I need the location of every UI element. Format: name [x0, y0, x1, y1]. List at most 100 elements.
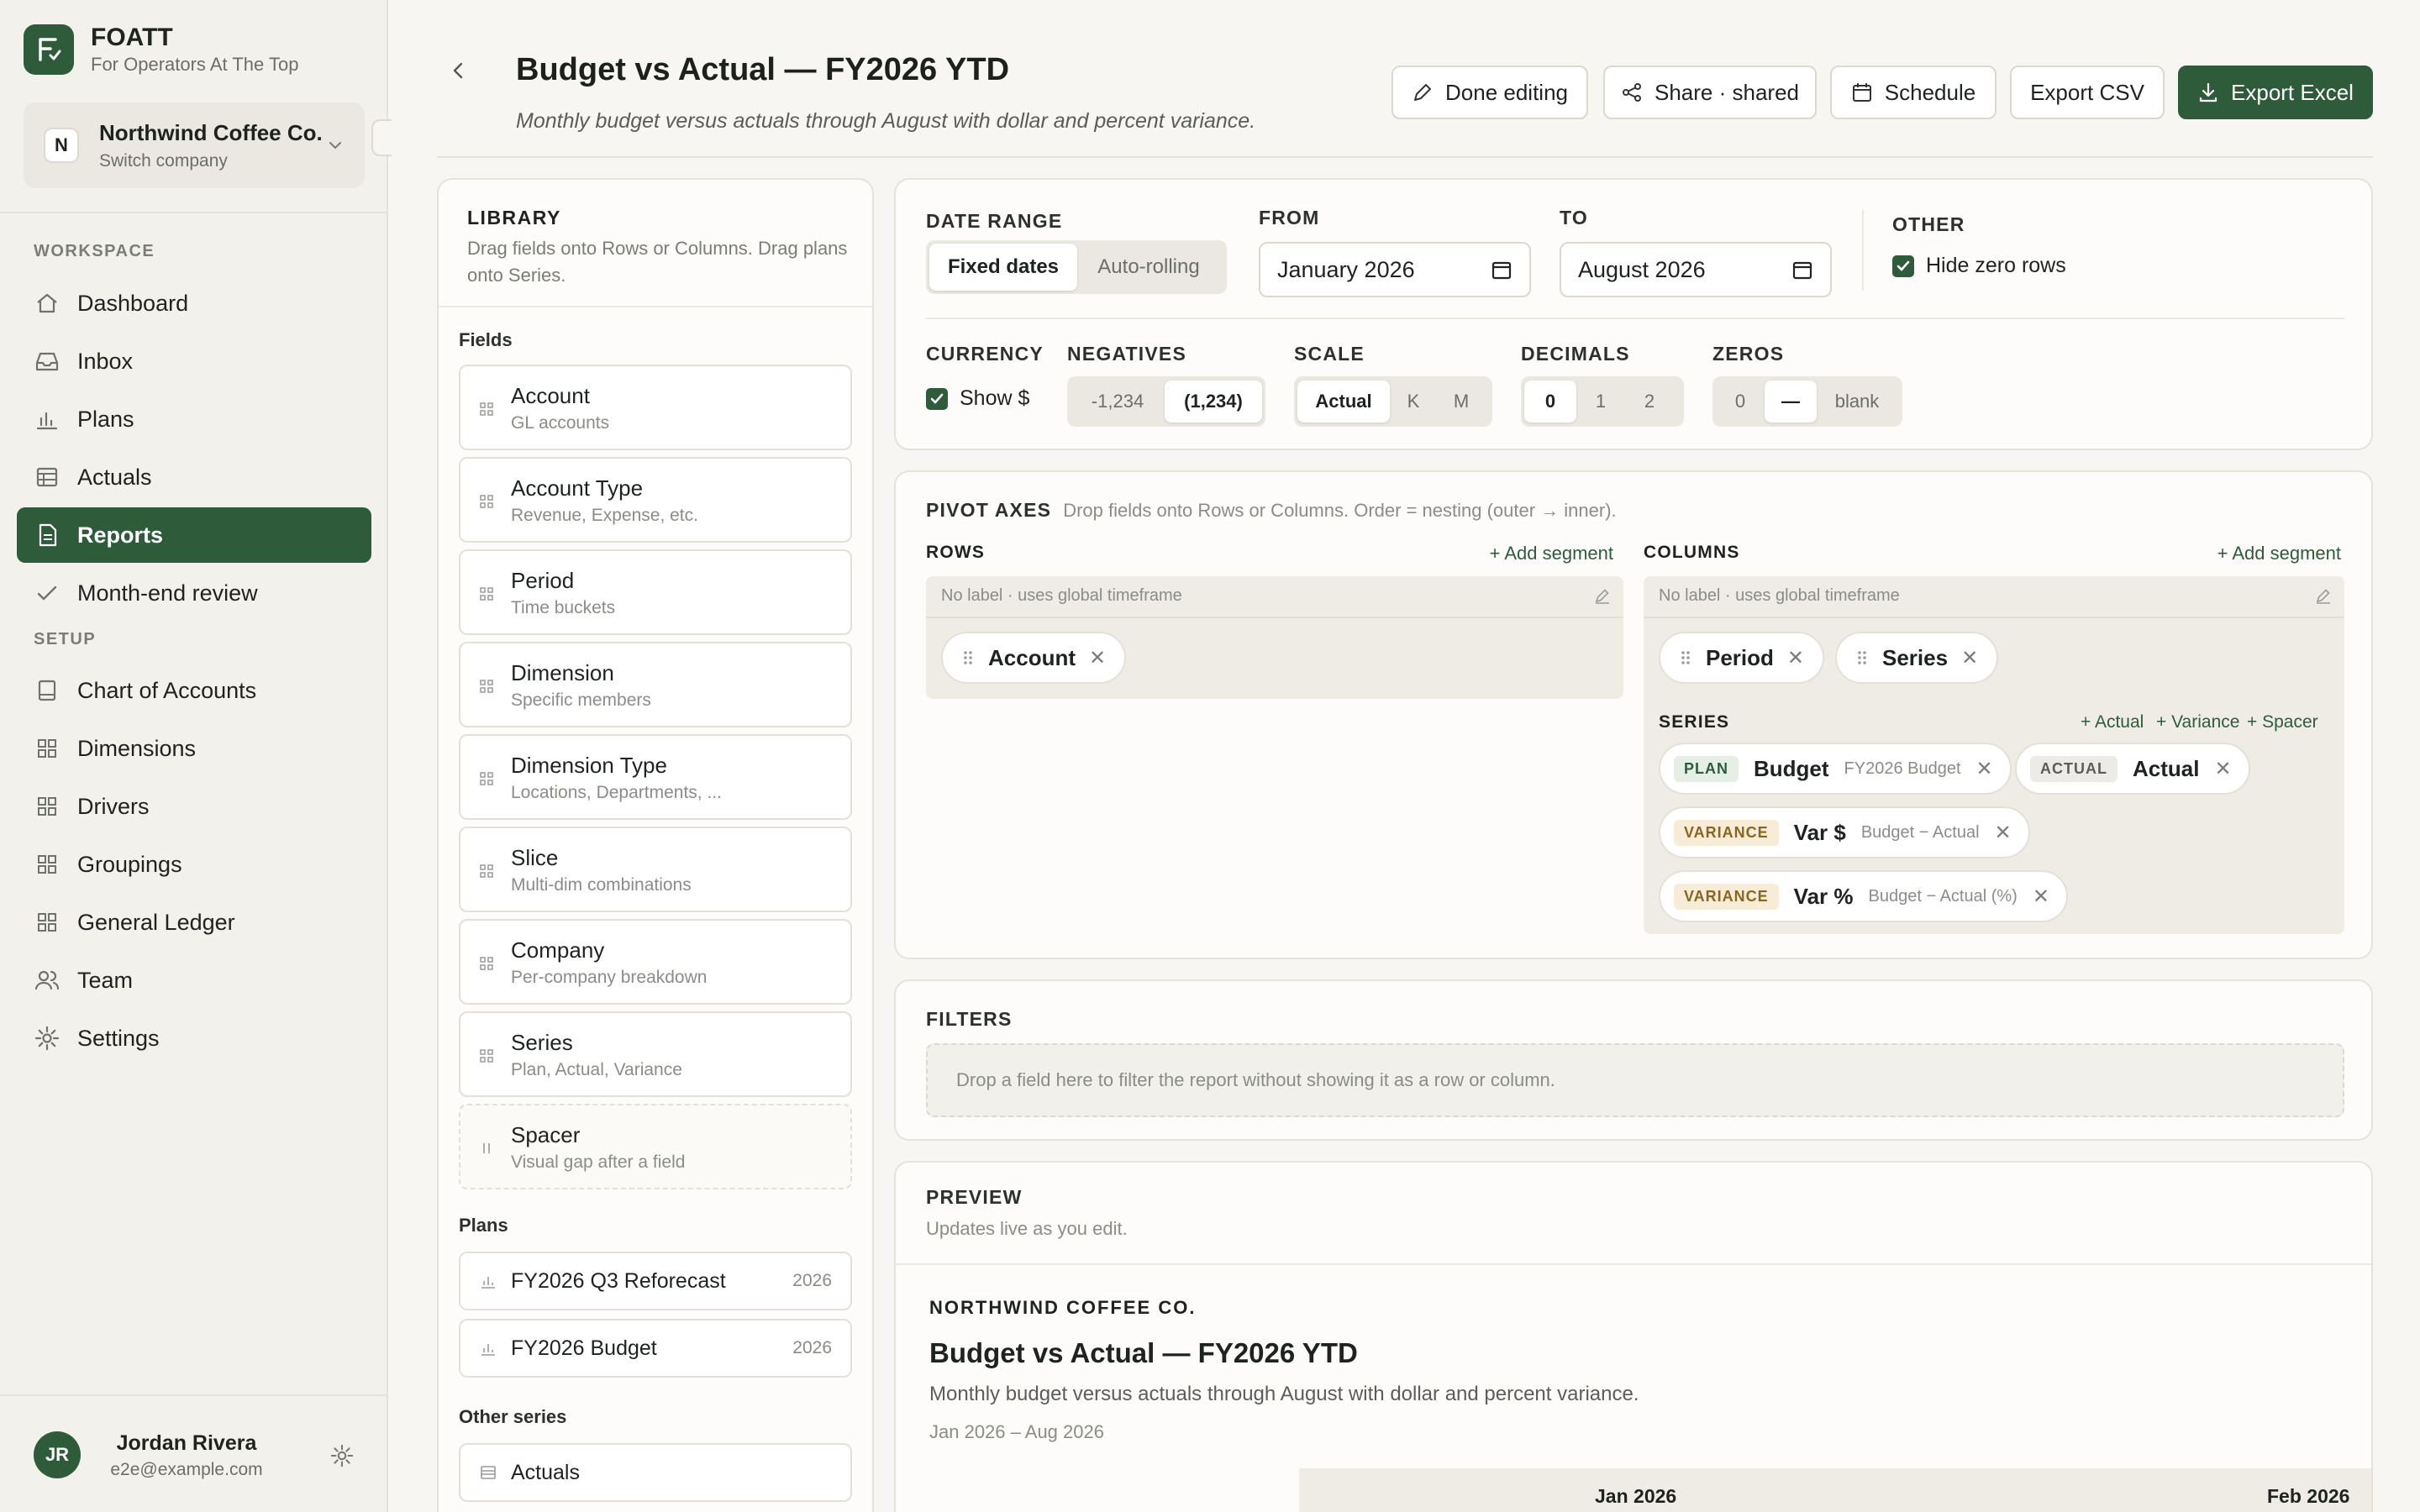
to-date-input[interactable]: August 2026 [1560, 242, 1832, 297]
remove-icon[interactable]: ✕ [1089, 646, 1106, 670]
decimals-2[interactable]: 2 [1625, 381, 1674, 423]
sidebar-item-label: Groupings [77, 851, 182, 877]
columns-drop-zone[interactable]: No label · uses global timeframe Period … [1644, 576, 2344, 934]
decimals-1[interactable]: 1 [1576, 381, 1625, 423]
preview-title: PREVIEW [926, 1186, 1023, 1208]
field-name: Dimension Type [511, 753, 667, 778]
scale-k[interactable]: K [1390, 381, 1437, 423]
scale-m[interactable]: M [1437, 381, 1486, 423]
series-chip-actual[interactable]: ACTUAL Actual ✕ [2015, 743, 2250, 795]
brand[interactable]: FOATT For Operators At The Top [24, 24, 298, 76]
other-label: OTHER [1892, 213, 1965, 235]
remove-icon[interactable]: ✕ [2033, 885, 2049, 909]
sidebar-item-plans[interactable]: Plans [17, 391, 371, 447]
decimals-0[interactable]: 0 [1524, 381, 1576, 423]
remove-icon[interactable]: ✕ [1787, 646, 1804, 670]
row-chip-account[interactable]: Account ✕ [941, 632, 1127, 684]
show-dollar-checkbox[interactable]: Show $ [926, 386, 1029, 411]
field-account-type[interactable]: Account Type Revenue, Expense, etc. [459, 457, 852, 543]
user-settings-gear-icon[interactable] [329, 1443, 355, 1468]
add-variance-button[interactable]: + Variance [2156, 712, 2239, 732]
book-icon [38, 680, 56, 701]
field-series[interactable]: Series Plan, Actual, Variance [459, 1011, 852, 1097]
zeros-0[interactable]: 0 [1716, 381, 1765, 423]
field-description: Locations, Departments, ... [511, 783, 722, 802]
sidebar-item-label: Settings [77, 1025, 160, 1051]
field-description: Per-company breakdown [511, 968, 708, 987]
back-arrow-icon[interactable] [444, 55, 474, 86]
field-spacer[interactable]: Spacer Visual gap after a field [459, 1104, 852, 1189]
remove-icon[interactable]: ✕ [2214, 757, 2231, 781]
sidebar-item-settings[interactable]: Settings [17, 1011, 371, 1066]
field-period[interactable]: Period Time buckets [459, 549, 852, 635]
sidebar-item-team[interactable]: Team [17, 953, 371, 1008]
field-company[interactable]: Company Per-company breakdown [459, 919, 852, 1005]
field-dimension-type[interactable]: Dimension Type Locations, Departments, .… [459, 734, 852, 820]
add-spacer-button[interactable]: + Spacer [2247, 712, 2318, 732]
show-dollar-label: Show $ [960, 386, 1030, 410]
column-chip-period[interactable]: Period ✕ [1659, 632, 1825, 684]
done-editing-button[interactable]: Done editing [1392, 66, 1588, 119]
sidebar-item-dimensions[interactable]: Dimensions [17, 721, 371, 776]
plan-name: FY2026 Budget [511, 1336, 657, 1360]
zeros-dash[interactable]: — [1765, 381, 1817, 423]
zeros-toggle: 0 — blank [1712, 376, 1902, 427]
drag-handle-icon [1681, 651, 1690, 664]
export-csv-button[interactable]: Export CSV [2010, 66, 2165, 119]
remove-icon[interactable]: ✕ [1961, 646, 1978, 670]
zeros-blank[interactable]: blank [1817, 381, 1897, 423]
sidebar-item-month-end-review[interactable]: Month-end review [17, 565, 371, 621]
filter-drop-zone[interactable]: Drop a field here to filter the report w… [926, 1043, 2344, 1117]
sidebar-item-actuals[interactable]: Actuals [17, 449, 371, 505]
sidebar-item-general-ledger[interactable]: General Ledger [17, 895, 371, 950]
from-date-input[interactable]: January 2026 [1259, 242, 1531, 297]
settings-divider [926, 318, 2344, 319]
sidebar-item-label: General Ledger [77, 909, 235, 935]
company-switch-label: Switch company [99, 150, 228, 171]
user-profile[interactable]: JR Jordan Rivera e2e@example.com [0, 1394, 388, 1512]
from-label: FROM [1259, 207, 1320, 228]
remove-icon[interactable]: ✕ [1976, 757, 1993, 781]
field-dimension[interactable]: Dimension Specific members [459, 642, 852, 727]
plan-fy2026-q3-reforecast[interactable]: FY2026 Q3 Reforecast 2026 [459, 1252, 852, 1310]
plan-fy2026-budget[interactable]: FY2026 Budget 2026 [459, 1319, 852, 1378]
scale-actual[interactable]: Actual [1297, 381, 1390, 423]
negatives-minus[interactable]: -1,234 [1071, 381, 1165, 423]
field-slice[interactable]: Slice Multi-dim combinations [459, 827, 852, 912]
hide-zero-rows-checkbox[interactable]: Hide zero rows [1892, 254, 2066, 278]
sidebar-item-inbox[interactable]: Inbox [17, 333, 371, 389]
company-switcher[interactable]: N Northwind Coffee Co. Switch company [24, 102, 365, 188]
sidebar-item-drivers[interactable]: Drivers [17, 779, 371, 834]
edit-pencil-icon[interactable] [2314, 586, 2333, 605]
column-chip-series[interactable]: Series ✕ [1835, 632, 1999, 684]
sidebar-item-reports[interactable]: Reports [17, 507, 371, 563]
sidebar-item-groupings[interactable]: Groupings [17, 837, 371, 892]
sidebar-item-chart-of-accounts[interactable]: Chart of Accounts [17, 663, 371, 718]
pivot-axes-panel: PIVOT AXES Drop fields onto Rows or Colum… [894, 470, 2373, 959]
columns-add-segment-button[interactable]: + Add segment [2217, 543, 2341, 564]
date-range-auto-rolling[interactable]: Auto-rolling [1077, 244, 1220, 291]
series-name: Actual [2133, 755, 2200, 781]
edit-pencil-icon[interactable] [1593, 586, 1612, 605]
series-name: Budget [1754, 755, 1829, 781]
series-chip-var-dollar[interactable]: VARIANCE Var $ Budget − Actual ✕ [1659, 806, 2030, 858]
series-chip-budget[interactable]: PLAN Budget FY2026 Budget ✕ [1659, 743, 2012, 795]
rows-drop-zone[interactable]: No label · uses global timeframe Account… [926, 576, 1623, 699]
date-range-fixed[interactable]: Fixed dates [929, 244, 1077, 291]
other-series-actuals[interactable]: Actuals [459, 1443, 852, 1502]
add-actual-button[interactable]: + Actual [2081, 712, 2144, 732]
sidebar-collapse-button[interactable] [371, 119, 392, 156]
share-button[interactable]: Share · shared [1603, 66, 1817, 119]
gear-icon [34, 1026, 60, 1051]
columns-label: COLUMNS [1644, 543, 1740, 562]
rows-add-segment-button[interactable]: + Add segment [1490, 543, 1613, 564]
sidebar-item-dashboard[interactable]: Dashboard [17, 276, 371, 331]
field-account[interactable]: Account GL accounts [459, 365, 852, 450]
export-excel-button[interactable]: Export Excel [2178, 66, 2373, 119]
schedule-button[interactable]: Schedule [1830, 66, 1996, 119]
series-chip-var-percent[interactable]: VARIANCE Var % Budget − Actual (%) ✕ [1659, 870, 2068, 922]
negatives-parens[interactable]: (1,234) [1165, 381, 1262, 423]
preview-subtitle: Updates live as you edit. [926, 1218, 1128, 1239]
remove-icon[interactable]: ✕ [1995, 821, 2012, 845]
table-icon [36, 467, 58, 487]
